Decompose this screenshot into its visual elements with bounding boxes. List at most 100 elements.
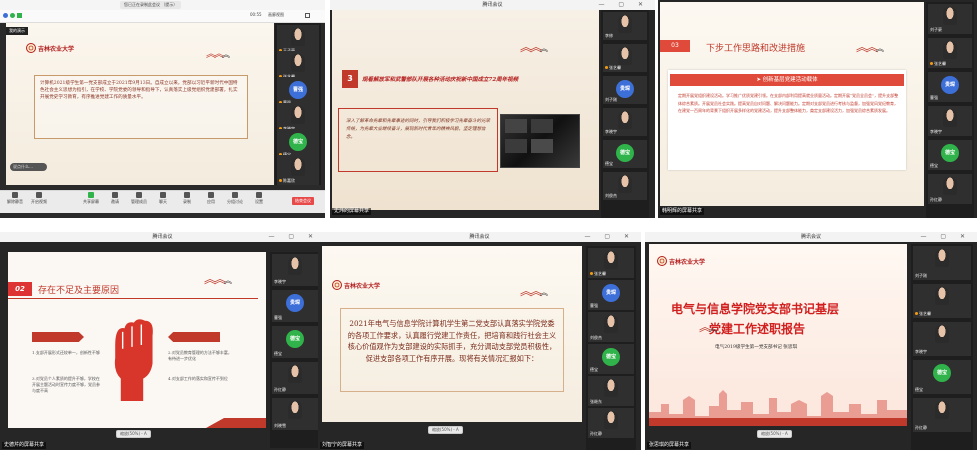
- school-logo: 吉林农业大学: [26, 43, 74, 53]
- school-seal-icon: [26, 43, 36, 53]
- participant-photo: [618, 15, 632, 33]
- video-button[interactable]: 开启视频: [28, 192, 50, 205]
- apps-button[interactable]: 应用: [200, 192, 222, 205]
- participant-tile[interactable]: 张艺馨: [588, 248, 634, 278]
- participant-tile[interactable]: 孙红静: [272, 362, 318, 394]
- settings-button[interactable]: 设置: [248, 192, 270, 205]
- report-title-line2: 党建工作述职报告: [709, 322, 806, 336]
- participant-tile[interactable]: 德宝德宝: [588, 344, 634, 374]
- participant-tile[interactable]: 贵琛 刘子刚: [603, 76, 647, 104]
- collage-cell: [531, 139, 553, 153]
- window-title: 腾讯会议: [800, 234, 821, 240]
- chat-input[interactable]: 说点什么…: [10, 163, 47, 171]
- shared-slide: 我的演示 吉林农业大学 ︽︽︽ 计算机2021级学生第一党支部成立于2021年9…: [6, 23, 274, 185]
- participant-tile[interactable]: 陈嘉欣: [277, 155, 319, 185]
- zoom-control[interactable]: 缩放(50%) - A: [116, 430, 151, 438]
- participant-photo: [935, 325, 949, 343]
- participant-tile[interactable]: 德宝德宝: [928, 140, 972, 170]
- participant-tile[interactable]: 孙红静: [913, 398, 971, 432]
- participant-photo: [935, 287, 949, 305]
- unmute-button[interactable]: 解除静音: [4, 192, 26, 205]
- record-button[interactable]: 录制: [176, 192, 198, 205]
- participant-photo: [604, 411, 618, 429]
- participant-tile[interactable]: 李晓宇: [928, 106, 972, 136]
- participant-tile[interactable]: 张继东: [588, 376, 634, 406]
- breakout-icon: [232, 192, 238, 198]
- slide-box-text: 深入了解革命先辈和先辈事迹的同时，引导我们积极学习先辈奋斗的光荣传统，为先辈大业…: [346, 119, 490, 140]
- participant-avatar: 曹强: [289, 81, 307, 99]
- window-controls[interactable]: — ▢ ✕: [584, 232, 635, 242]
- participant-avatar: 贵琛: [602, 284, 620, 302]
- breakout-button[interactable]: 分组讨论: [224, 192, 246, 205]
- participant-avatar: 贵琛: [941, 76, 959, 94]
- manage-members-button[interactable]: 管理成员: [128, 192, 150, 205]
- info-icon[interactable]: [3, 13, 8, 18]
- participant-photo: [604, 379, 618, 397]
- screen-share-label: 刘智宁的屏幕共享: [320, 442, 365, 449]
- window-controls[interactable]: — ▢ ✕: [268, 232, 319, 242]
- participant-tile[interactable]: 李晓宇: [272, 254, 318, 286]
- participant-tile[interactable]: 刘子刚: [913, 246, 971, 280]
- heading-underline: [8, 298, 258, 299]
- participant-tile[interactable]: 刘俊杰: [588, 312, 634, 342]
- participant-avatar: 德宝: [941, 144, 959, 162]
- mic-icon: [12, 192, 18, 198]
- window-controls[interactable]: — ▢ ✕: [920, 232, 971, 242]
- mic-icon: [279, 179, 282, 182]
- participant-tile[interactable]: 贵琛 曹强: [588, 280, 634, 310]
- chat-button[interactable]: 聊天: [152, 192, 174, 205]
- window-controls[interactable]: — ▢ ✕: [598, 0, 649, 10]
- participant-avatar: 德宝: [602, 348, 620, 366]
- participant-tile[interactable]: 贵琛 曹强: [928, 72, 972, 102]
- slide-body-text: 定期开展党组织建设活动。学习推广优质党建引领。在支部内部利用提高就业质量活动。定…: [678, 93, 899, 113]
- record-icon: [184, 192, 190, 198]
- shared-slide: 02 存在不足及主要原因 ︽︽︽ ★ ★ 1.支部开展形式还较单一，创新性不够 …: [8, 252, 266, 428]
- school-logo: 吉林农业大学: [332, 280, 380, 290]
- corner-decoration: [206, 418, 266, 428]
- members-icon: [136, 192, 142, 198]
- zoom-control[interactable]: 缩放(50%) - A: [428, 426, 463, 434]
- section-number: 02: [8, 282, 32, 296]
- gear-icon: [256, 192, 262, 198]
- zoom-control[interactable]: 缩放(50%) - A: [757, 430, 792, 438]
- participant-tile[interactable]: 德宝德宝: [272, 326, 318, 358]
- participant-tile[interactable]: 李修: [603, 12, 647, 40]
- participant-tile[interactable]: 贵琛 曹强: [272, 290, 318, 322]
- end-meeting-button[interactable]: 结束会议: [292, 197, 314, 205]
- participant-tile[interactable]: 张艺馨: [603, 44, 647, 72]
- left-item-1: 1.支部开展形式还较单一，创新性不够: [32, 350, 100, 355]
- top-controls: 00:55 画廊视图: [0, 10, 325, 23]
- gallery-view-button[interactable]: 画廊视图: [268, 12, 284, 18]
- screen-share-label: 史炜的屏幕共享: [332, 208, 372, 215]
- participant-tile[interactable]: 孙红静: [588, 408, 634, 438]
- participant-tile[interactable]: 刘晓雪: [272, 398, 318, 430]
- fullscreen-icon[interactable]: [305, 13, 310, 18]
- right-item-2: 4.对支部工作的落实和宣传不到位: [168, 376, 228, 381]
- meeting-window-6: 腾讯会议 — ▢ ✕ 吉林农业大学 电气与信息学院党支部书记基层 党建工作述职报…: [645, 232, 977, 450]
- window-title: 腾讯会议: [469, 234, 490, 240]
- participant-avatar: 德宝: [616, 144, 634, 162]
- participant-tile[interactable]: 德宝德宝: [913, 360, 971, 394]
- participant-photo: [291, 158, 305, 176]
- participant-avatar: 贵琛: [286, 294, 304, 312]
- participant-photo: [935, 401, 949, 419]
- doves-decoration-icon: ︽︽︽: [206, 49, 230, 60]
- participant-tile[interactable]: 张艺馨: [928, 38, 972, 68]
- shared-slide: 03 下步工作思路和改进措施 ︽︽︽ ➤ 创新基层党建活动载体 定期开展党组织建…: [660, 2, 924, 206]
- participant-tile[interactable]: 刘俊杰: [603, 172, 647, 200]
- participant-tile[interactable]: 张艺馨: [913, 284, 971, 318]
- participant-tile[interactable]: 李晓宇: [913, 322, 971, 356]
- participant-photo: [943, 7, 957, 25]
- security-icon[interactable]: [10, 13, 15, 18]
- invite-button[interactable]: 邀请: [104, 192, 126, 205]
- participant-tile[interactable]: 刘子豪: [928, 4, 972, 34]
- apps-icon: [208, 192, 214, 198]
- participant-tile[interactable]: 孙红静: [928, 174, 972, 204]
- window-title: 腾讯会议: [152, 234, 173, 240]
- share-screen-button[interactable]: 共享屏幕: [80, 192, 102, 205]
- participant-tile[interactable]: 李晓宇: [603, 108, 647, 136]
- school-seal-icon: [657, 256, 667, 266]
- participant-photo: [943, 41, 957, 59]
- section-number: 3: [342, 70, 358, 88]
- participant-tile[interactable]: 德宝德宝: [603, 140, 647, 168]
